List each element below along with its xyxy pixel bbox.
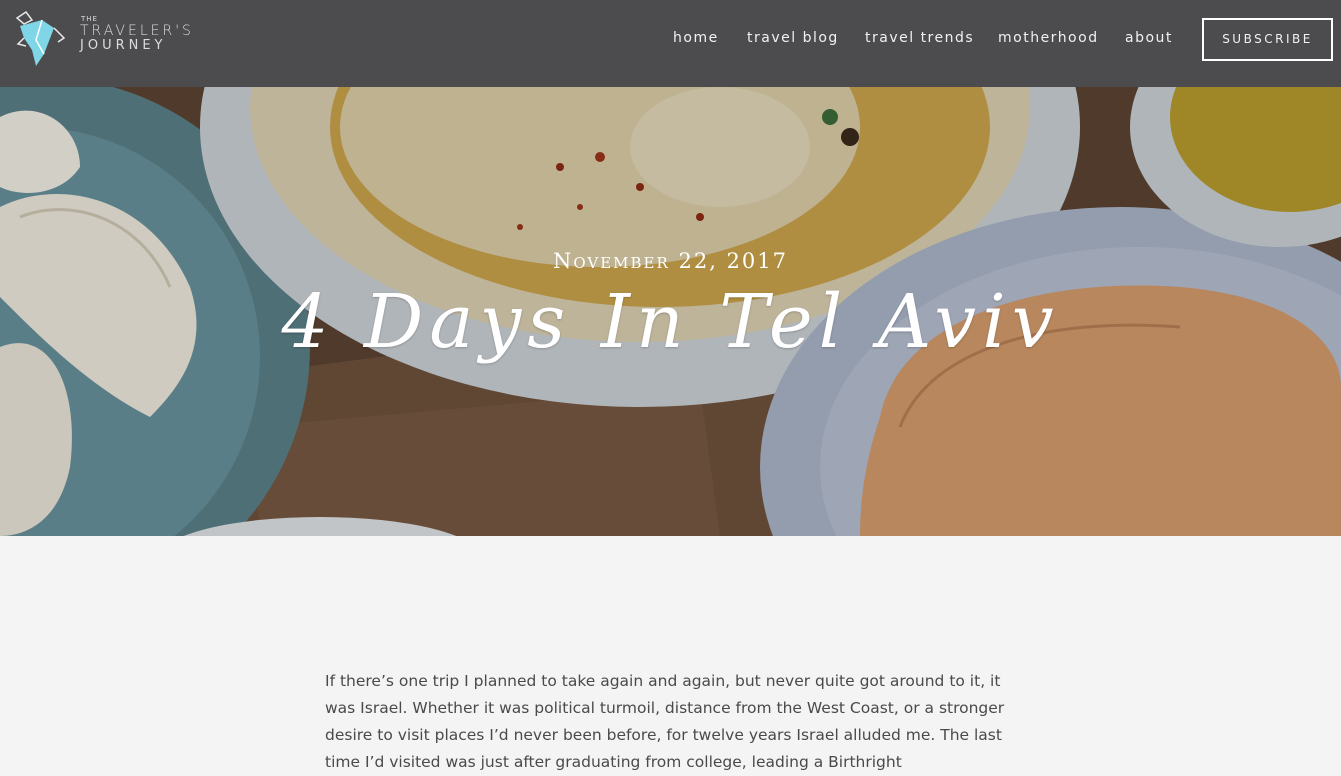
site-logo[interactable]: THE TRAVELER'S JOURNEY — [14, 10, 214, 70]
nav-travel-trends[interactable]: travel trends — [865, 30, 974, 50]
article-paragraph: If there’s one trip I planned to take ag… — [325, 672, 1005, 771]
logo-text-the: THE — [81, 15, 98, 23]
site-header: THE TRAVELER'S JOURNEY home travel blog … — [0, 0, 1341, 87]
logo-icon — [15, 10, 66, 66]
post-date: November 22, 2017 — [552, 249, 788, 273]
logo-text-line1: TRAVELER'S — [80, 23, 194, 39]
nav-travel-blog[interactable]: travel blog — [747, 30, 839, 50]
article-body: If there’s one trip I planned to take ag… — [325, 668, 1025, 776]
post-title: 4 Days In Tel Aviv — [281, 279, 1060, 365]
logo-text-line2: JOURNEY — [80, 38, 167, 53]
nav-about[interactable]: about — [1125, 30, 1173, 50]
nav-motherhood[interactable]: motherhood — [998, 30, 1099, 50]
subscribe-button[interactable]: SUBSCRIBE — [1202, 18, 1333, 61]
hero-banner: November 22, 2017 4 Days In Tel Aviv — [0, 87, 1341, 536]
nav-home[interactable]: home — [673, 30, 719, 50]
